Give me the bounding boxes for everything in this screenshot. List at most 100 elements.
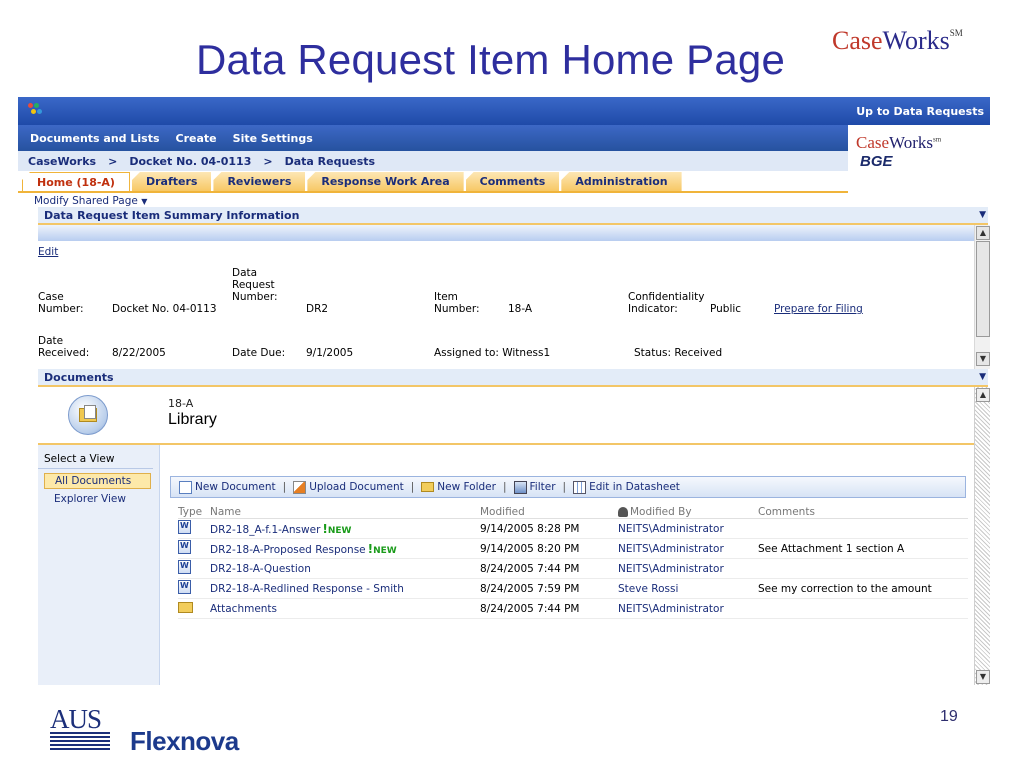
summary-section-title: Data Request Item Summary Information bbox=[44, 208, 300, 222]
breadcrumb-caseworks[interactable]: CaseWorks bbox=[28, 155, 96, 168]
document-name-link[interactable]: DR2-18-A-Proposed Response !NEW bbox=[210, 542, 480, 556]
tab-administration[interactable]: Administration bbox=[561, 172, 682, 191]
up-to-data-requests-link[interactable]: Up to Data Requests bbox=[856, 105, 984, 118]
filter-icon bbox=[513, 480, 527, 494]
modified-by-link[interactable]: NEITS\Administrator bbox=[618, 543, 758, 555]
date-received-value: 8/22/2005 bbox=[112, 347, 166, 359]
site-logo: CaseWorkssm BGE bbox=[848, 125, 990, 185]
library-subtitle: 18-A bbox=[168, 397, 194, 410]
col-modified-by[interactable]: Modified By bbox=[618, 506, 758, 518]
modified-by-link[interactable]: NEITS\Administrator bbox=[618, 603, 758, 615]
section-menu-icon[interactable]: ▼ bbox=[979, 210, 986, 220]
document-table: Type Name Modified Modified By Comments … bbox=[178, 505, 968, 619]
upload-document-button[interactable]: Upload Document bbox=[293, 480, 404, 494]
tab-reviewers[interactable]: Reviewers bbox=[213, 172, 306, 191]
scroll-thumb[interactable] bbox=[976, 241, 990, 337]
breadcrumb: CaseWorks > Docket No. 04-0113 > Data Re… bbox=[18, 151, 990, 171]
section-menu-icon[interactable]: ▼ bbox=[979, 372, 986, 382]
status-text: Status: Received bbox=[634, 347, 723, 359]
view-selector: Select a View All Documents Explorer Vie… bbox=[38, 445, 160, 685]
table-row: DR2-18_A-f.1-Answer!NEW 9/14/2005 8:28 P… bbox=[178, 519, 968, 539]
comment-text: See Attachment 1 section A bbox=[758, 542, 905, 555]
sharepoint-people-icon bbox=[28, 103, 44, 119]
breadcrumb-docket[interactable]: Docket No. 04-0113 bbox=[129, 155, 251, 168]
slide-page-number: 19 bbox=[940, 708, 958, 725]
tab-response-work-area[interactable]: Response Work Area bbox=[307, 172, 464, 191]
caseworks-slide-logo: CaseWorksSM bbox=[832, 26, 963, 55]
scroll-down-icon[interactable]: ▼ bbox=[976, 352, 990, 366]
breadcrumb-data-requests[interactable]: Data Requests bbox=[285, 155, 376, 168]
document-name-link[interactable]: DR2-18-A-Redlined Response - Smith bbox=[210, 583, 480, 595]
document-library-icon bbox=[68, 395, 108, 435]
prepare-for-filing-link[interactable]: Prepare for Filing bbox=[774, 303, 863, 315]
menu-bar: Documents and Lists Create Site Settings bbox=[18, 125, 990, 151]
word-document-icon bbox=[178, 520, 191, 534]
edit-in-datasheet-button[interactable]: Edit in Datasheet bbox=[573, 480, 680, 494]
modified-date: 8/24/2005 7:59 PM bbox=[480, 582, 580, 595]
modified-by-link[interactable]: NEITS\Administrator bbox=[618, 563, 758, 575]
folder-icon bbox=[178, 601, 193, 613]
summary-section-header: Data Request Item Summary Information ▼ bbox=[38, 207, 988, 225]
date-due-label: Date Due: bbox=[232, 347, 286, 359]
scroll-up-icon[interactable]: ▲ bbox=[976, 226, 990, 240]
modified-by-link[interactable]: NEITS\Administrator bbox=[618, 523, 758, 535]
aus-logo: AUS bbox=[50, 704, 110, 750]
tab-bar: Home (18-A) Drafters Reviewers Response … bbox=[18, 171, 848, 193]
date-received-label: Date Received: bbox=[38, 335, 90, 359]
modified-date: 9/14/2005 8:28 PM bbox=[480, 522, 580, 535]
edit-link[interactable]: Edit bbox=[38, 246, 58, 258]
document-name-link[interactable]: DR2-18_A-f.1-Answer !NEW bbox=[210, 522, 480, 536]
summary-scrollbar[interactable]: ▲ ▼ bbox=[974, 225, 990, 369]
flexnova-logo: Flexnova bbox=[130, 726, 239, 756]
select-a-view-heading: Select a View bbox=[38, 453, 153, 469]
table-row: DR2-18-A-Redlined Response - Smith 8/24/… bbox=[178, 579, 968, 599]
modify-shared-page-menu[interactable]: Modify Shared Page ▼ bbox=[18, 193, 990, 207]
item-number-label: Item Number: bbox=[434, 291, 480, 315]
tab-comments[interactable]: Comments bbox=[465, 172, 560, 191]
documents-section-title: Documents bbox=[44, 370, 114, 384]
portal-top-bar: Up to Data Requests bbox=[18, 97, 990, 125]
comment-text: See my correction to the amount bbox=[758, 582, 932, 595]
case-number-label: Case Number: bbox=[38, 291, 84, 315]
new-badge: !NEW bbox=[367, 541, 397, 556]
scroll-down-icon[interactable]: ▼ bbox=[976, 670, 990, 684]
col-comments[interactable]: Comments bbox=[758, 506, 968, 518]
modified-by-link[interactable]: Steve Rossi bbox=[618, 583, 758, 595]
word-document-icon bbox=[178, 560, 191, 574]
col-name[interactable]: Name bbox=[210, 506, 480, 518]
slide-title: Data Request Item Home Page bbox=[196, 36, 786, 83]
menu-create[interactable]: Create bbox=[176, 132, 217, 145]
modified-date: 8/24/2005 7:44 PM bbox=[480, 602, 580, 615]
item-number-value: 18-A bbox=[508, 303, 533, 315]
tab-drafters[interactable]: Drafters bbox=[131, 172, 212, 191]
new-folder-button[interactable]: New Folder bbox=[421, 481, 496, 493]
new-document-button[interactable]: New Document bbox=[179, 480, 276, 494]
menu-site-settings[interactable]: Site Settings bbox=[233, 132, 313, 145]
table-header-row: Type Name Modified Modified By Comments bbox=[178, 505, 968, 519]
scroll-up-icon[interactable]: ▲ bbox=[976, 388, 990, 402]
menu-documents-and-lists[interactable]: Documents and Lists bbox=[30, 132, 160, 145]
library-title: Library bbox=[168, 411, 217, 428]
table-row: DR2-18-A-Question 8/24/2005 7:44 PM NEIT… bbox=[178, 559, 968, 579]
dr-number-value: DR2 bbox=[306, 303, 329, 315]
documents-section-header: Documents ▼ bbox=[38, 369, 988, 387]
modified-date: 9/14/2005 8:20 PM bbox=[480, 542, 580, 555]
col-modified[interactable]: Modified bbox=[480, 506, 618, 518]
col-type[interactable]: Type bbox=[178, 506, 210, 518]
confidentiality-label: Confidentiality Indicator: bbox=[628, 291, 705, 315]
chevron-down-icon: ▼ bbox=[141, 197, 148, 206]
document-name-link[interactable]: DR2-18-A-Question bbox=[210, 563, 480, 575]
dr-number-label: Data Request Number: bbox=[232, 267, 278, 303]
word-document-icon bbox=[178, 580, 191, 594]
tab-home[interactable]: Home (18-A) bbox=[22, 172, 130, 191]
documents-scrollbar[interactable]: ▲ ▼ bbox=[974, 387, 990, 685]
library-header: 18-A Library bbox=[38, 387, 974, 443]
folder-name-link[interactable]: Attachments bbox=[210, 603, 480, 615]
view-explorer[interactable]: Explorer View bbox=[38, 491, 159, 507]
filter-button[interactable]: Filter bbox=[513, 480, 556, 494]
view-all-documents[interactable]: All Documents bbox=[44, 473, 151, 489]
upload-icon bbox=[293, 480, 307, 494]
date-due-value: 9/1/2005 bbox=[306, 347, 354, 359]
datasheet-icon bbox=[573, 480, 587, 494]
assigned-to: Assigned to: Witness1 bbox=[434, 347, 551, 359]
